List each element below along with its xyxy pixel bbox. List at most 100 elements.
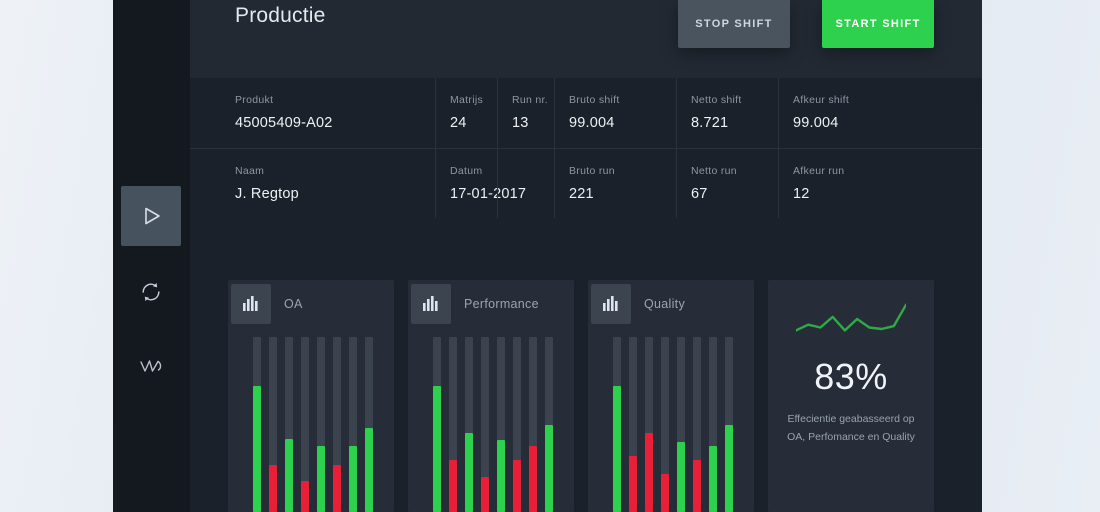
info-cell-netto-shift: Netto shift 8.721 [676, 78, 778, 148]
bar-chart-oa [253, 337, 375, 512]
page-title: Productie [235, 4, 326, 28]
info-value: 99.004 [569, 115, 676, 131]
bar-fill [481, 477, 489, 512]
info-label: Bruto run [569, 165, 676, 177]
bar-fill [677, 442, 685, 512]
card-header: OA [228, 280, 394, 327]
bar-track [677, 337, 685, 512]
info-cell-empty [497, 149, 554, 218]
bar-fill [497, 440, 505, 512]
info-cell-run-nr: Run nr. 13 [497, 78, 554, 148]
bar-track [709, 337, 717, 512]
bar-fill [449, 460, 457, 512]
bar-track [285, 337, 293, 512]
card-header: Performance [408, 280, 574, 327]
info-label: Afkeur shift [793, 94, 898, 106]
bar-fill [301, 481, 309, 512]
card-title: Performance [464, 297, 539, 311]
info-value: 8.721 [691, 115, 778, 131]
page-header: Productie STOP SHIFT START SHIFT [190, 0, 982, 78]
bar-track [725, 337, 733, 512]
info-value: 99.004 [793, 115, 898, 131]
bar-fill [645, 433, 653, 512]
bar-chart-icon [591, 284, 631, 324]
start-shift-button[interactable]: START SHIFT [822, 0, 934, 48]
bar-track [613, 337, 621, 512]
bar-track [449, 337, 457, 512]
bar-fill [709, 446, 717, 512]
info-value: 12 [793, 186, 898, 202]
bar-track [513, 337, 521, 512]
bar-fill [661, 474, 669, 512]
bar-chart-icon [231, 284, 271, 324]
kpi-value: 83% [768, 356, 934, 398]
metric-card-quality[interactable]: Quality [588, 280, 754, 512]
table-row: Naam J. Regtop Datum 17-01-2017 Bruto ru… [190, 148, 982, 218]
info-cell-datum: Datum 17-01-2017 [435, 149, 497, 218]
sidebar-item-refresh[interactable] [121, 262, 181, 322]
info-label: Netto shift [691, 94, 778, 106]
bar-track [333, 337, 341, 512]
info-cell-afkeur-run: Afkeur run 12 [778, 149, 898, 218]
activity-icon [137, 353, 165, 379]
info-cell-afkeur-shift: Afkeur shift 99.004 [778, 78, 898, 148]
bar-track [253, 337, 261, 512]
bar-track [349, 337, 357, 512]
metric-cards: OA Performance [228, 280, 958, 512]
bar-track [365, 337, 373, 512]
app-window: Productie STOP SHIFT START SHIFT Produkt… [0, 0, 1100, 512]
sidebar [113, 0, 190, 512]
bar-fill [433, 386, 441, 512]
info-cell-produkt: Produkt 45005409-A02 [190, 78, 435, 148]
production-info-table: Produkt 45005409-A02 Matrijs 24 Run nr. … [190, 78, 982, 218]
info-value: 67 [691, 186, 778, 202]
info-label: Datum [450, 165, 497, 177]
bar-fill [545, 425, 553, 512]
info-cell-bruto-run: Bruto run 221 [554, 149, 676, 218]
info-label: Naam [235, 165, 435, 177]
metric-card-oa[interactable]: OA [228, 280, 394, 512]
bar-fill [629, 456, 637, 512]
bar-fill [613, 386, 621, 512]
info-cell-bruto-shift: Bruto shift 99.004 [554, 78, 676, 148]
main-panel: Productie STOP SHIFT START SHIFT Produkt… [190, 0, 982, 512]
bar-track [497, 337, 505, 512]
bar-track [693, 337, 701, 512]
bar-track [465, 337, 473, 512]
stop-shift-button[interactable]: STOP SHIFT [678, 0, 790, 48]
metric-card-performance[interactable]: Performance [408, 280, 574, 512]
bar-fill [513, 460, 521, 512]
info-label: Produkt [235, 94, 435, 106]
info-label: Run nr. [512, 94, 554, 106]
bar-fill [285, 439, 293, 512]
info-value: 221 [569, 186, 676, 202]
bar-fill [693, 460, 701, 512]
bar-fill [725, 425, 733, 512]
info-cell-matrijs: Matrijs 24 [435, 78, 497, 148]
info-label: Netto run [691, 165, 778, 177]
table-row: Produkt 45005409-A02 Matrijs 24 Run nr. … [190, 78, 982, 148]
bar-fill [253, 386, 261, 512]
info-value: 17-01-2017 [450, 186, 497, 202]
refresh-icon [138, 279, 164, 305]
play-icon [138, 203, 164, 229]
sidebar-item-activity[interactable] [121, 336, 181, 396]
info-label: Bruto shift [569, 94, 676, 106]
card-header: Quality [588, 280, 754, 327]
info-label: Matrijs [450, 94, 497, 106]
info-cell-netto-run: Netto run 67 [676, 149, 778, 218]
bar-track [661, 337, 669, 512]
bar-fill [529, 446, 537, 512]
sidebar-item-play[interactable] [121, 186, 181, 246]
info-label: Afkeur run [793, 165, 898, 177]
bar-track [481, 337, 489, 512]
bar-fill [465, 433, 473, 512]
info-value: 13 [512, 115, 554, 131]
bar-track [317, 337, 325, 512]
bar-fill [333, 465, 341, 512]
bar-track [269, 337, 277, 512]
efficiency-kpi-card[interactable]: 83% Effecientie geabasseerd op OA, Perfo… [768, 280, 934, 512]
bar-fill [349, 446, 357, 512]
card-title: Quality [644, 297, 685, 311]
bar-track [545, 337, 553, 512]
